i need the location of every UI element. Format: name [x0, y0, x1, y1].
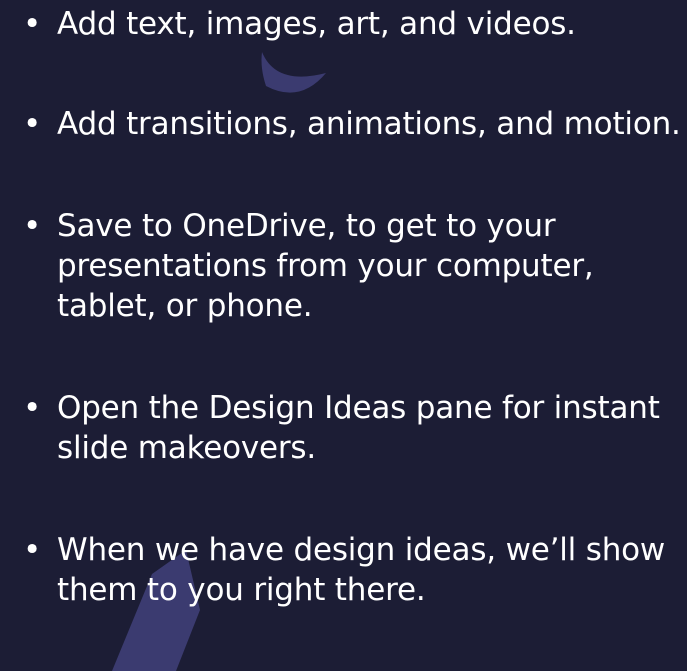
bullet-marker: • [22, 532, 42, 568]
bullet-text: Add text, images, art, and videos. [57, 6, 576, 42]
bullet-item-show-ideas: • When we have design ideas, we’ll show … [10, 530, 687, 610]
bullet-marker: • [22, 208, 42, 244]
bullet-item-onedrive: • Save to OneDrive, to get to your prese… [10, 206, 687, 326]
bullet-text: When we have design ideas, we’ll show th… [57, 532, 666, 608]
bullet-marker: • [22, 390, 42, 426]
bullet-item-transitions: • Add transitions, animations, and motio… [10, 104, 687, 144]
bullet-text: Save to OneDrive, to get to your present… [57, 208, 594, 324]
bullet-list: • Add text, images, art, and videos. • A… [10, 0, 687, 610]
slide-canvas: • Add text, images, art, and videos. • A… [0, 0, 687, 671]
bullet-text: Open the Design Ideas pane for instant s… [57, 390, 660, 466]
bullet-item-design-ideas: • Open the Design Ideas pane for instant… [10, 388, 687, 468]
bullet-text: Add transitions, animations, and motion. [57, 106, 681, 142]
bullet-marker: • [22, 106, 42, 142]
bullet-item-add-content: • Add text, images, art, and videos. [10, 4, 687, 44]
bullet-marker: • [22, 6, 42, 42]
